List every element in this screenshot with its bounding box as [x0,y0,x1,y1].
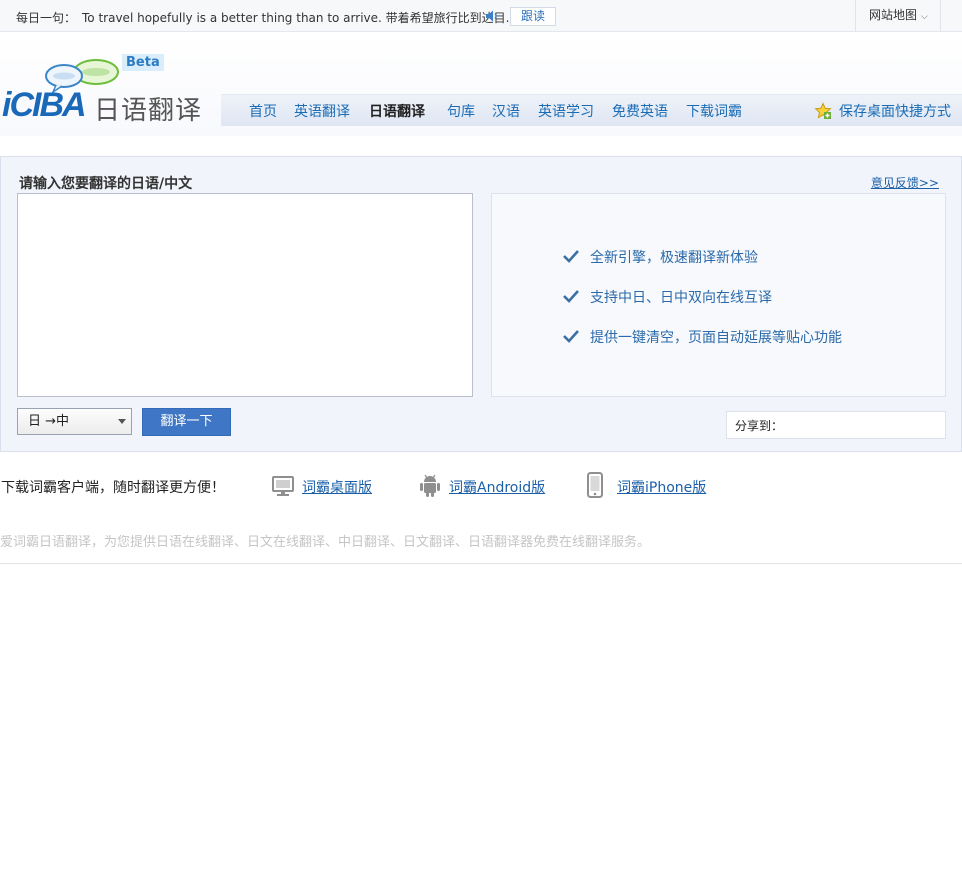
product-title: 日语翻译 [94,96,203,126]
daily-sentence-text: To travel hopefully is a better thing th… [82,11,518,25]
check-icon [563,250,579,263]
share-bar: 分享到： [726,411,946,439]
desktop-download-link[interactable]: 词霸桌面版 [302,477,372,497]
source-text-input[interactable] [17,193,473,397]
chevron-down-icon: ⌵ [921,12,928,22]
direction-value: 日 →中 [28,414,70,429]
nav-item-chinese[interactable]: 汉语 [492,101,520,121]
iphone-icon [587,472,603,498]
nav-item-english-learning[interactable]: 英语学习 [538,101,594,121]
follow-read-button[interactable]: 跟读 [510,7,556,26]
check-icon [563,330,579,343]
footer-divider [0,563,962,564]
result-panel: 全新引擎，极速翻译新体验 支持中日、日中双向在线互译 提供一键清空，页面自动延展… [491,193,946,397]
share-label: 分享到： [735,419,784,433]
check-icon [563,290,579,303]
nav-item-download[interactable]: 下载词霸 [686,101,742,121]
translate-panel: 请输入您要翻译的日语/中文 意见反馈>> 全新引擎，极速翻译新体验 支持中日、日… [0,156,962,452]
iphone-download-link[interactable]: 词霸iPhone版 [617,477,706,497]
feature-text: 提供一键清空，页面自动延展等贴心功能 [590,330,842,346]
download-intro: 下载词霸客户端，随时翻译更方便！ [1,480,225,496]
nav-item-free-english[interactable]: 免费英语 [612,101,668,121]
feature-text: 全新引擎，极速翻译新体验 [590,250,758,266]
brand-logo-text: iCIBA [2,86,87,124]
nav-item-sentences[interactable]: 句库 [447,101,475,121]
star-icon[interactable] [814,102,832,120]
main-nav: 首页 英语翻译 日语翻译 句库 汉语 英语学习 免费英语 下载词霸 保存桌面快捷… [221,94,962,126]
direction-select[interactable]: 日 →中 [17,408,132,435]
speaker-icon[interactable] [484,8,500,24]
daily-sentence-label: 每日一句： [16,11,77,25]
android-download-link[interactable]: 词霸Android版 [449,477,545,497]
dropdown-arrow-icon [118,419,126,424]
android-icon [420,474,440,497]
nav-item-english-translate[interactable]: 英语翻译 [294,101,350,121]
translate-button[interactable]: 翻译一下 [142,408,231,436]
beta-badge: Beta [122,54,164,71]
feedback-link[interactable]: 意见反馈>> [871,174,939,191]
feature-text: 支持中日、日中双向在线互译 [590,290,772,306]
seo-description: 爱词霸日语翻译，为您提供日语在线翻译、日文在线翻译、中日翻译、日文翻译、日语翻译… [0,535,651,550]
nav-item-home[interactable]: 首页 [249,101,277,121]
sitemap-label: 网站地图 [869,8,918,22]
panel-title: 请输入您要翻译的日语/中文 [19,176,193,192]
nav-item-japanese-translate[interactable]: 日语翻译 [369,101,425,121]
save-shortcut-link[interactable]: 保存桌面快捷方式 [839,101,951,121]
desktop-monitor-icon [272,476,294,496]
top-bar: 每日一句： To travel hopefully is a better thi… [0,0,962,32]
sitemap-menu[interactable]: 网站地图 ⌵ [855,0,941,32]
daily-sentence: 每日一句： To travel hopefully is a better thi… [16,9,517,26]
